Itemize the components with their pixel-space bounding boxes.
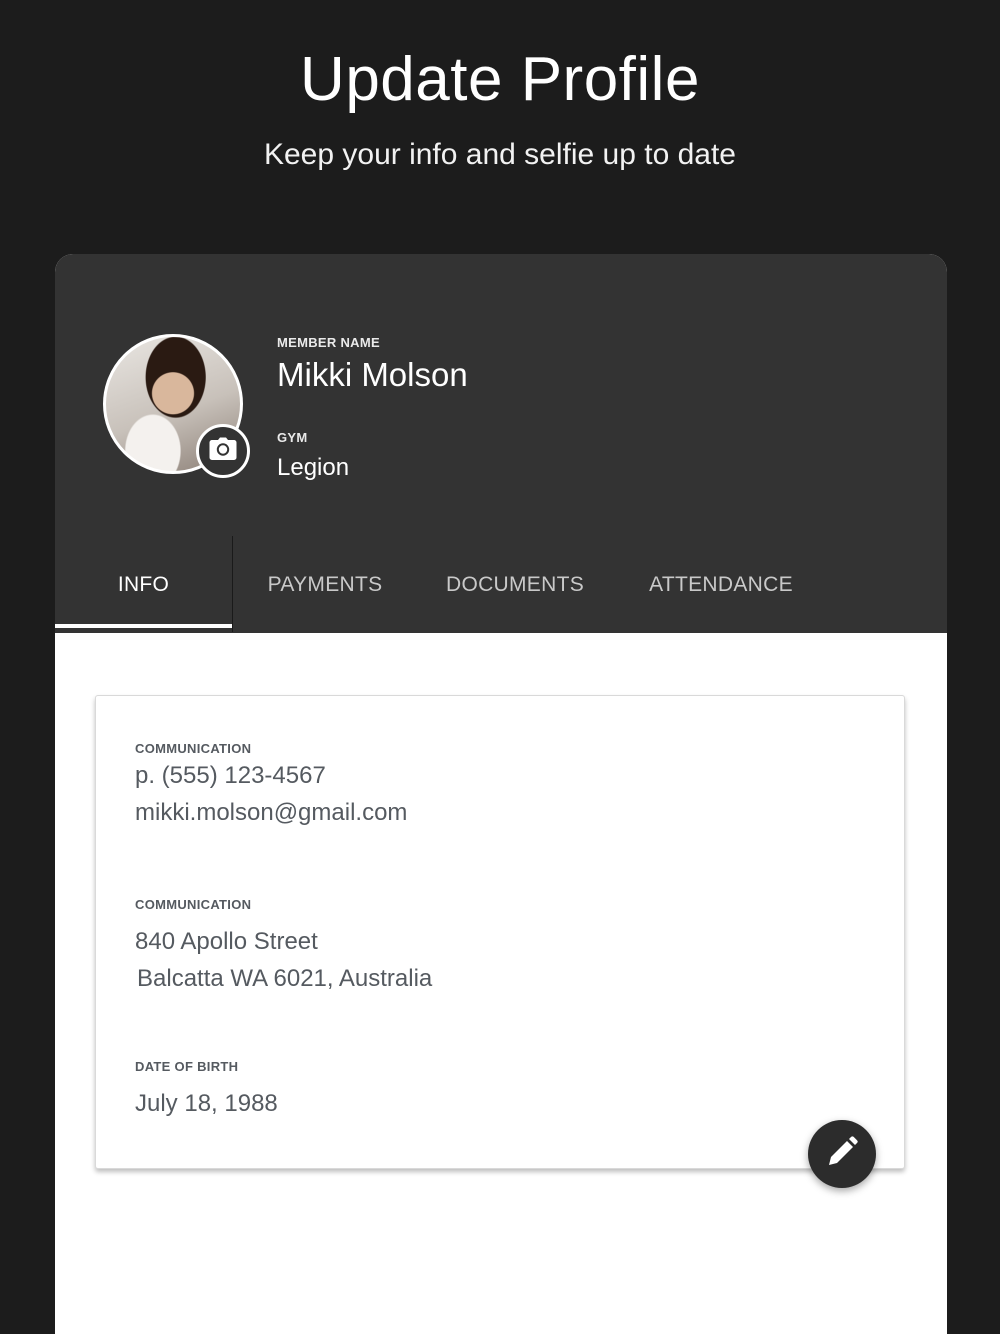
profile-header: MEMBER NAME Mikki Molson GYM Legion INFO… — [55, 254, 947, 633]
member-name-label: MEMBER NAME — [277, 335, 380, 350]
change-photo-button[interactable] — [196, 424, 250, 478]
address-line-1: 840 Apollo Street — [135, 928, 318, 955]
tab-attendance[interactable]: ATTENDANCE — [630, 536, 812, 628]
pencil-icon — [825, 1135, 859, 1174]
communication-label: COMMUNICATION — [135, 741, 252, 756]
address-label: COMMUNICATION — [135, 897, 252, 912]
info-panel: COMMUNICATION p. (555) 123-4567 mikki.mo… — [95, 695, 905, 1169]
tab-payments[interactable]: PAYMENTS — [245, 536, 405, 628]
page-title: Update Profile — [300, 45, 700, 114]
dob-label: DATE OF BIRTH — [135, 1059, 239, 1074]
tab-underline — [233, 628, 947, 633]
gym-name: Legion — [277, 454, 350, 481]
address-line-2: Balcatta WA 6021, Australia — [137, 965, 433, 992]
tab-info[interactable]: INFO — [55, 536, 232, 628]
dob-value: July 18, 1988 — [135, 1090, 278, 1117]
phone-value: p. (555) 123-4567 — [135, 762, 326, 789]
edit-button[interactable] — [808, 1120, 876, 1188]
profile-card: MEMBER NAME Mikki Molson GYM Legion INFO… — [55, 254, 947, 1334]
email-value: mikki.molson@gmail.com — [135, 799, 408, 826]
camera-icon — [209, 437, 237, 466]
member-name: Mikki Molson — [277, 356, 468, 393]
page-subtitle: Keep your info and selfie up to date — [263, 138, 736, 171]
tab-documents[interactable]: DOCUMENTS — [425, 536, 605, 628]
profile-tabs: INFO PAYMENTS DOCUMENTS ATTENDANCE — [55, 536, 947, 633]
tab-divider — [232, 536, 233, 632]
gym-label: GYM — [277, 430, 308, 445]
